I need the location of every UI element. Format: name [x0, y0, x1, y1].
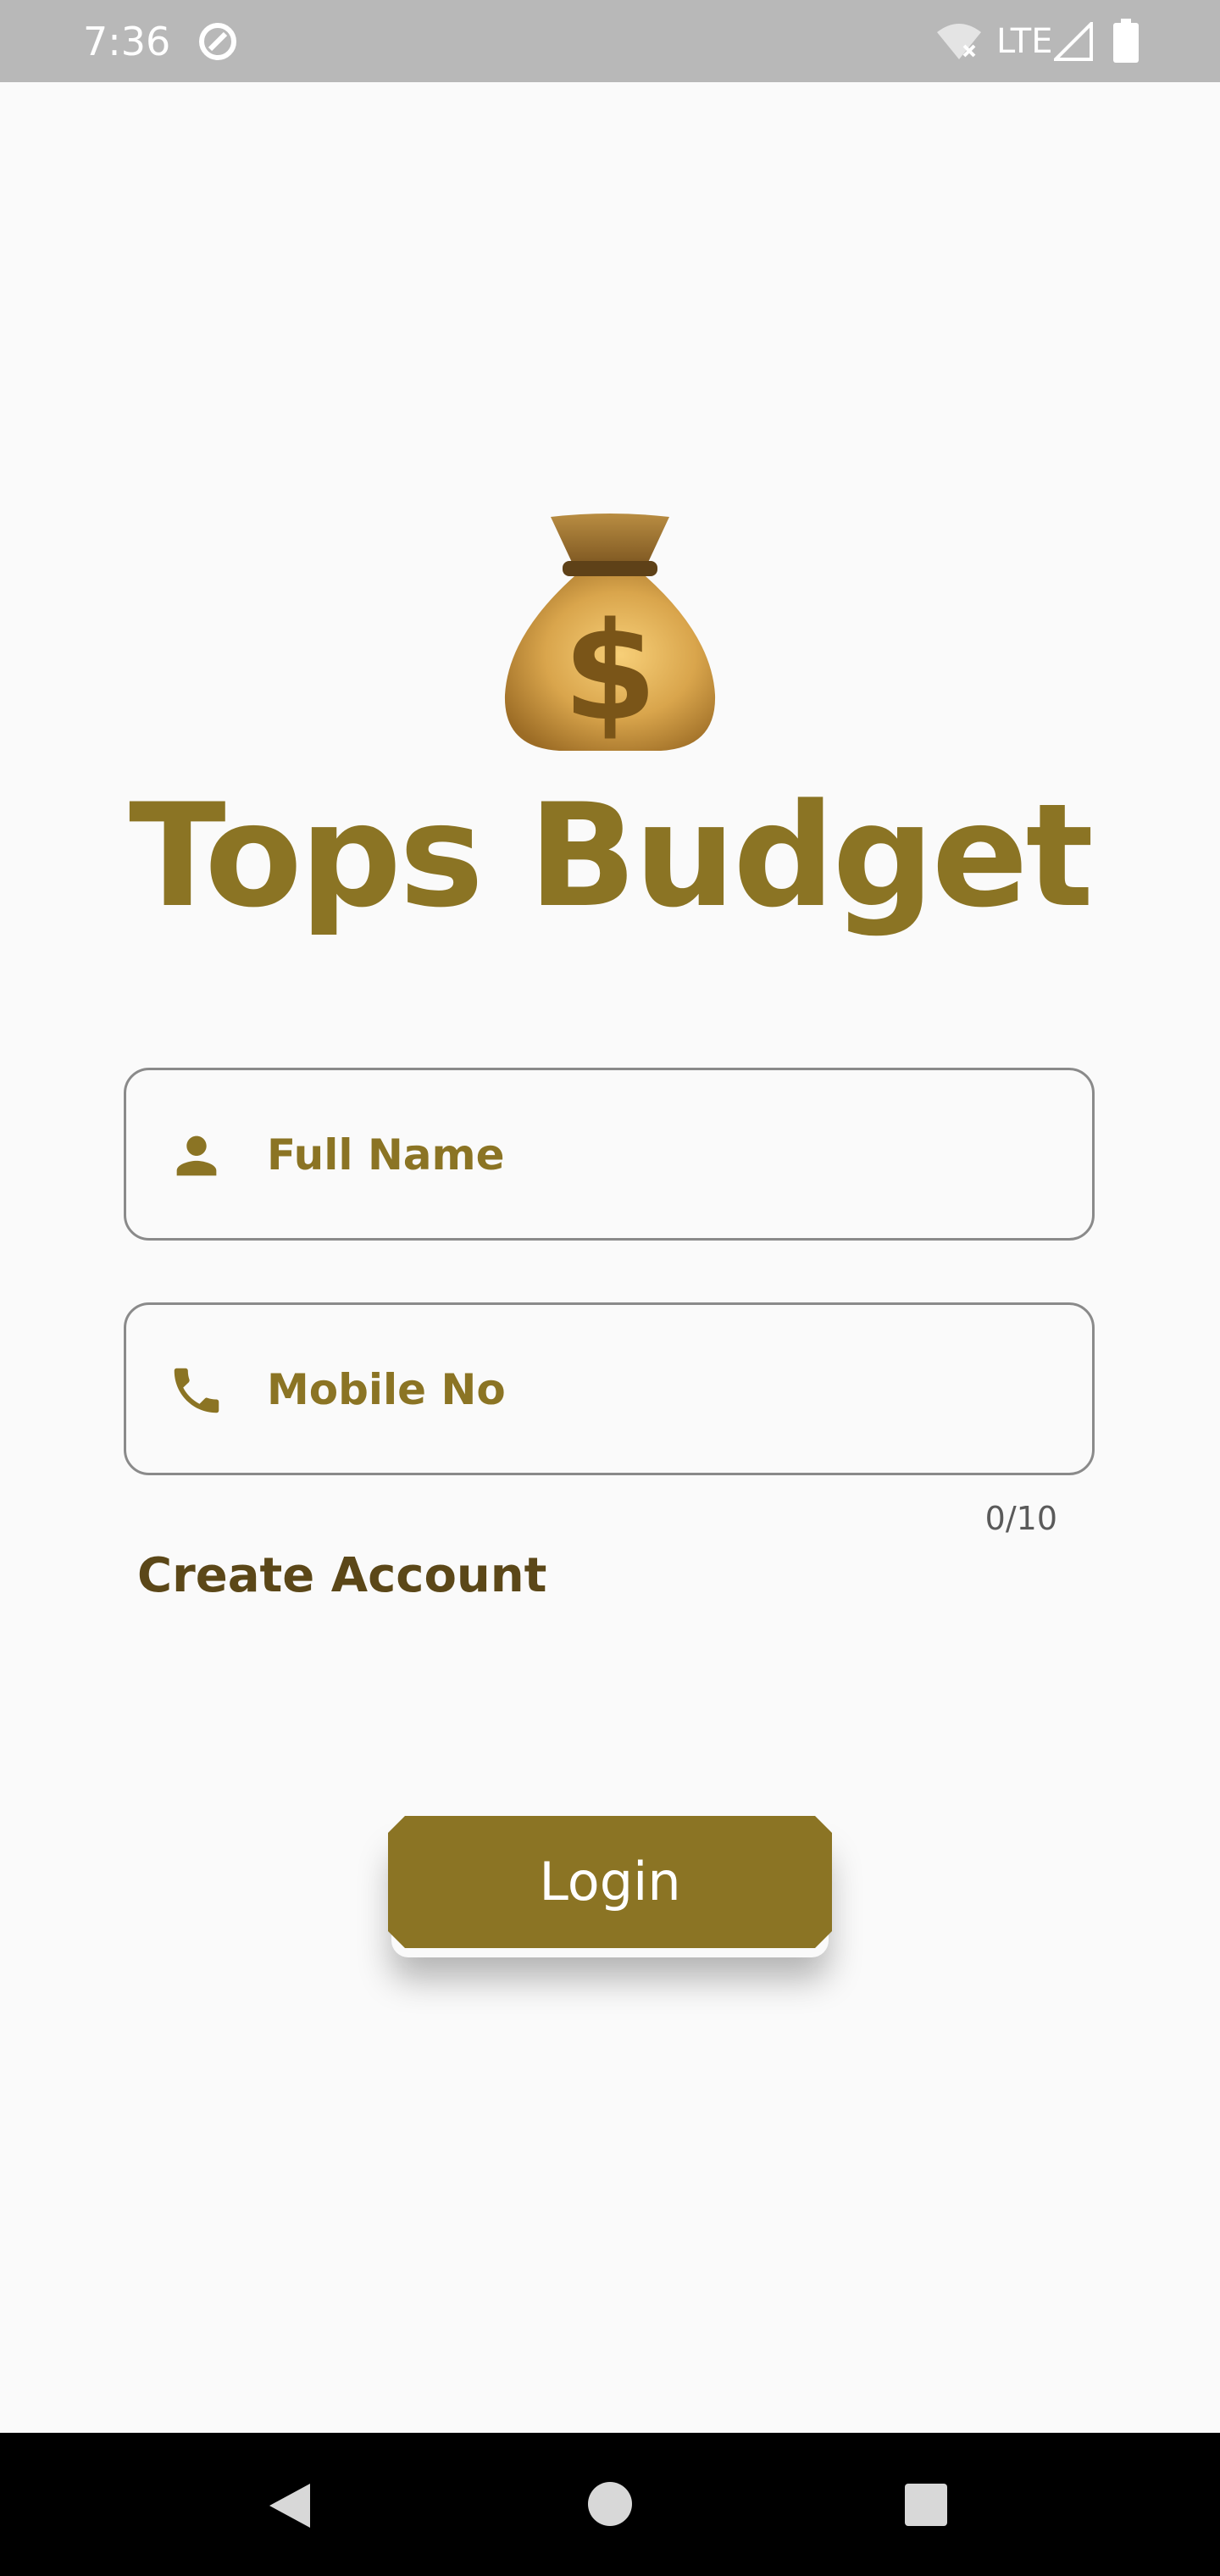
home-icon[interactable]: [586, 2480, 634, 2528]
navigation-bar: [0, 2433, 1220, 2576]
full-name-field[interactable]: Full Name: [124, 1068, 1095, 1241]
app-title: Tops Budget: [129, 773, 1094, 939]
mobile-char-counter: 0/10: [984, 1500, 1057, 1537]
mobile-number-field[interactable]: Mobile No: [124, 1302, 1095, 1475]
status-bar: 7:36 LTE: [0, 0, 1220, 82]
full-name-placeholder: Full Name: [267, 1130, 505, 1180]
battery-icon: [1113, 19, 1139, 63]
money-bag-icon: $: [504, 514, 716, 751]
signal-icon: [1054, 22, 1093, 61]
login-button[interactable]: Login: [388, 1816, 832, 1948]
network-type: LTE: [996, 22, 1053, 61]
person-icon: [176, 1135, 217, 1176]
wifi-off-icon: [937, 24, 981, 59]
app-notification-icon: [199, 23, 236, 60]
svg-text:$: $: [563, 592, 657, 751]
status-time: 7:36: [83, 19, 171, 64]
back-icon[interactable]: [264, 2480, 315, 2531]
recents-icon[interactable]: [903, 2482, 949, 2528]
mobile-number-placeholder: Mobile No: [267, 1365, 506, 1414]
create-account-link[interactable]: Create Account: [137, 1542, 546, 1610]
phone-icon: [174, 1368, 219, 1413]
